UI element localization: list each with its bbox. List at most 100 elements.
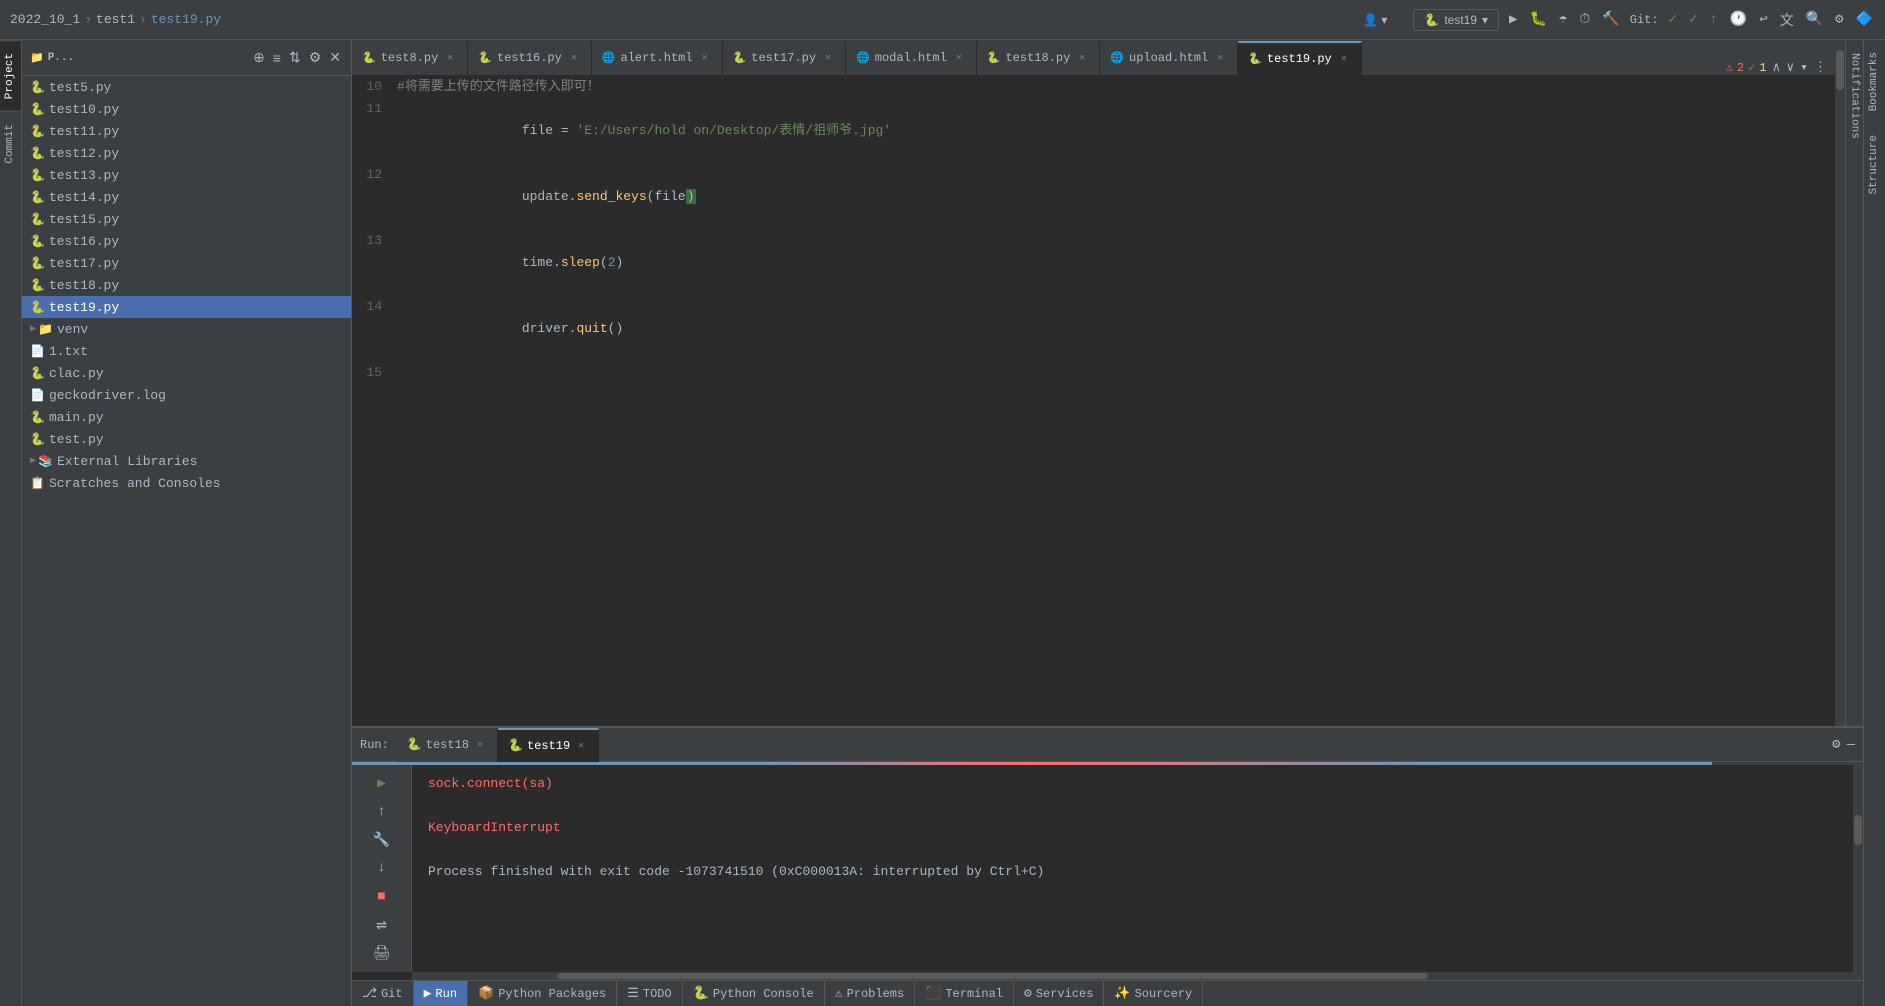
- tab-close-test18[interactable]: ✕: [1075, 51, 1089, 65]
- status-python-packages[interactable]: 📦 Python Packages: [468, 981, 617, 1006]
- file-tree-item[interactable]: 🐍 test16.py: [22, 230, 351, 252]
- status-sourcery[interactable]: ✨ Sourcery: [1104, 981, 1203, 1006]
- coverage-button[interactable]: ☂: [1557, 9, 1569, 30]
- file-tree-item[interactable]: 🐍 test17.py: [22, 252, 351, 274]
- tab-close-test16[interactable]: ✕: [567, 51, 581, 65]
- status-python-console[interactable]: 🐍 Python Console: [683, 981, 825, 1006]
- panel-close[interactable]: ✕: [327, 47, 343, 68]
- status-todo[interactable]: ☰ TODO: [617, 981, 682, 1006]
- tab-test19[interactable]: 🐍 test19.py ✕: [1238, 41, 1362, 75]
- file-tree-item[interactable]: 🐍 test15.py: [22, 208, 351, 230]
- run-tab-test18[interactable]: 🐍 test18 ✕: [397, 728, 498, 762]
- console-up-btn[interactable]: ↑: [368, 799, 396, 823]
- tab-test16[interactable]: 🐍 test16.py ✕: [468, 41, 592, 75]
- file-tree-item[interactable]: 📄 geckodriver.log: [22, 384, 351, 406]
- file-tree-item[interactable]: 🐍 test14.py: [22, 186, 351, 208]
- file-tree-item[interactable]: 🐍 main.py: [22, 406, 351, 428]
- panel-settings[interactable]: ⚙: [307, 47, 324, 68]
- run-config-dropdown[interactable]: 🐍 test19 ▾: [1413, 9, 1499, 31]
- git-checkmark1[interactable]: ✓: [1667, 9, 1679, 30]
- file-tree-item[interactable]: 🐍 test11.py: [22, 120, 351, 142]
- profile-button[interactable]: 👤 ▾: [1363, 13, 1387, 27]
- file-tree-item[interactable]: 🐍 test13.py: [22, 164, 351, 186]
- git-history[interactable]: 🕐: [1728, 9, 1749, 30]
- console-down-btn[interactable]: ↓: [368, 856, 396, 880]
- tab-more-options[interactable]: ⋮: [1814, 60, 1827, 75]
- code-content[interactable]: time.sleep(2): [397, 230, 1835, 296]
- settings-button[interactable]: ⚙: [1833, 9, 1845, 30]
- tab-upload[interactable]: 🌐 upload.html ✕: [1100, 41, 1238, 75]
- code-content[interactable]: #将需要上传的文件路径传入即可！: [397, 76, 1835, 98]
- git-checkmark2[interactable]: ✓: [1687, 9, 1699, 30]
- file-tree-item[interactable]: 🐍 test12.py: [22, 142, 351, 164]
- status-problems[interactable]: ⚠ Problems: [825, 981, 915, 1006]
- panel-scope-button[interactable]: ⊕: [251, 47, 267, 68]
- tab-test8[interactable]: 🐍 test8.py ✕: [352, 41, 468, 75]
- console-hscroll[interactable]: [412, 972, 1863, 980]
- file-tree-item[interactable]: 🐍 test18.py: [22, 274, 351, 296]
- status-run[interactable]: ▶ Run: [414, 981, 468, 1006]
- project-tab[interactable]: Project: [0, 40, 21, 111]
- code-content[interactable]: driver.quit(): [397, 296, 1835, 362]
- breadcrumb-part1[interactable]: 2022_10_1: [10, 12, 80, 27]
- vscroll-thumb[interactable]: [1836, 50, 1844, 90]
- file-tree-item[interactable]: 🐍 test10.py: [22, 98, 351, 120]
- tab-list-dropdown[interactable]: ▾: [1800, 60, 1808, 75]
- breadcrumb-part2[interactable]: test1: [96, 12, 135, 27]
- code-content[interactable]: file = 'E:/Users/hold on/Desktop/表情/祖师爷.…: [397, 98, 1835, 164]
- tab-close-test17[interactable]: ✕: [821, 51, 835, 65]
- file-tree-external-libs[interactable]: ▶ 📚 External Libraries: [22, 450, 351, 472]
- structure-tab[interactable]: Structure: [1864, 123, 1885, 206]
- tab-test18[interactable]: 🐍 test18.py ✕: [977, 41, 1101, 75]
- console-vscroll-thumb[interactable]: [1854, 815, 1862, 845]
- panel-expand-all[interactable]: ⇅: [287, 47, 303, 68]
- notifications-tab[interactable]: Notifications: [1847, 45, 1863, 147]
- tab-test17[interactable]: 🐍 test17.py ✕: [723, 41, 847, 75]
- file-tree-item[interactable]: 📄 1.txt: [22, 340, 351, 362]
- console-print-btn[interactable]: 🖨: [368, 942, 396, 966]
- editor-vscroll[interactable]: [1835, 40, 1845, 726]
- console-play-btn[interactable]: ▶: [368, 771, 396, 795]
- run-tab-close-test18[interactable]: ✕: [473, 738, 487, 752]
- git-push[interactable]: ↑: [1707, 10, 1719, 30]
- console-stop-btn[interactable]: ■: [368, 885, 396, 909]
- search-button[interactable]: 🔍: [1804, 9, 1825, 30]
- console-vscroll[interactable]: [1853, 765, 1863, 972]
- tab-close-test8[interactable]: ✕: [443, 51, 457, 65]
- file-tree-item[interactable]: 🐍 test5.py: [22, 76, 351, 98]
- run-settings-button[interactable]: ⚙: [1832, 736, 1840, 753]
- console-hscroll-thumb[interactable]: [557, 973, 1428, 979]
- debug-button[interactable]: 🐛: [1527, 9, 1548, 30]
- file-tree-folder[interactable]: ▶ 📁 venv: [22, 318, 351, 340]
- console-wrench-btn[interactable]: 🔧: [368, 828, 396, 852]
- console-output[interactable]: sock.connect(sa) KeyboardInterrupt Proce…: [412, 765, 1853, 972]
- file-tree-item-selected[interactable]: 🐍 test19.py: [22, 296, 351, 318]
- file-tree-item[interactable]: 🐍 test.py: [22, 428, 351, 450]
- tab-alert[interactable]: 🌐 alert.html ✕: [592, 41, 723, 75]
- undo-button[interactable]: ↩: [1757, 9, 1769, 30]
- commit-tab[interactable]: Commit: [0, 111, 21, 176]
- build-button[interactable]: 🔨: [1600, 9, 1621, 30]
- nav-down-icon[interactable]: ∨: [1786, 60, 1794, 75]
- tab-close-modal[interactable]: ✕: [952, 51, 966, 65]
- run-tab-test19[interactable]: 🐍 test19 ✕: [498, 728, 599, 762]
- run-tab-close-test19[interactable]: ✕: [574, 739, 588, 753]
- tab-close-alert[interactable]: ✕: [698, 51, 712, 65]
- status-services[interactable]: ⚙ Services: [1014, 981, 1104, 1006]
- profile-run-button[interactable]: ⏱: [1577, 10, 1592, 30]
- translate-button[interactable]: 文: [1778, 8, 1796, 32]
- run-close-panel-button[interactable]: —: [1847, 737, 1855, 753]
- bookmarks-tab[interactable]: Bookmarks: [1864, 40, 1885, 123]
- console-rerun-btn[interactable]: ⇌: [368, 913, 396, 937]
- play-button[interactable]: ▶: [1507, 9, 1519, 30]
- tab-close-upload[interactable]: ✕: [1213, 51, 1227, 65]
- code-content[interactable]: update.send_keys(file): [397, 164, 1835, 230]
- panel-collapse-all[interactable]: ≡: [271, 47, 283, 68]
- status-terminal[interactable]: ⬛ Terminal: [915, 981, 1014, 1006]
- editor-content[interactable]: 10 #将需要上传的文件路径传入即可！ 11 file = 'E:/Users/…: [352, 76, 1835, 726]
- file-tree-item[interactable]: 🐍 clac.py: [22, 362, 351, 384]
- status-git[interactable]: ⎇ Git: [352, 981, 414, 1006]
- nav-up-icon[interactable]: ∧: [1773, 60, 1781, 75]
- tab-close-test19[interactable]: ✕: [1337, 52, 1351, 66]
- tab-modal[interactable]: 🌐 modal.html ✕: [846, 41, 977, 75]
